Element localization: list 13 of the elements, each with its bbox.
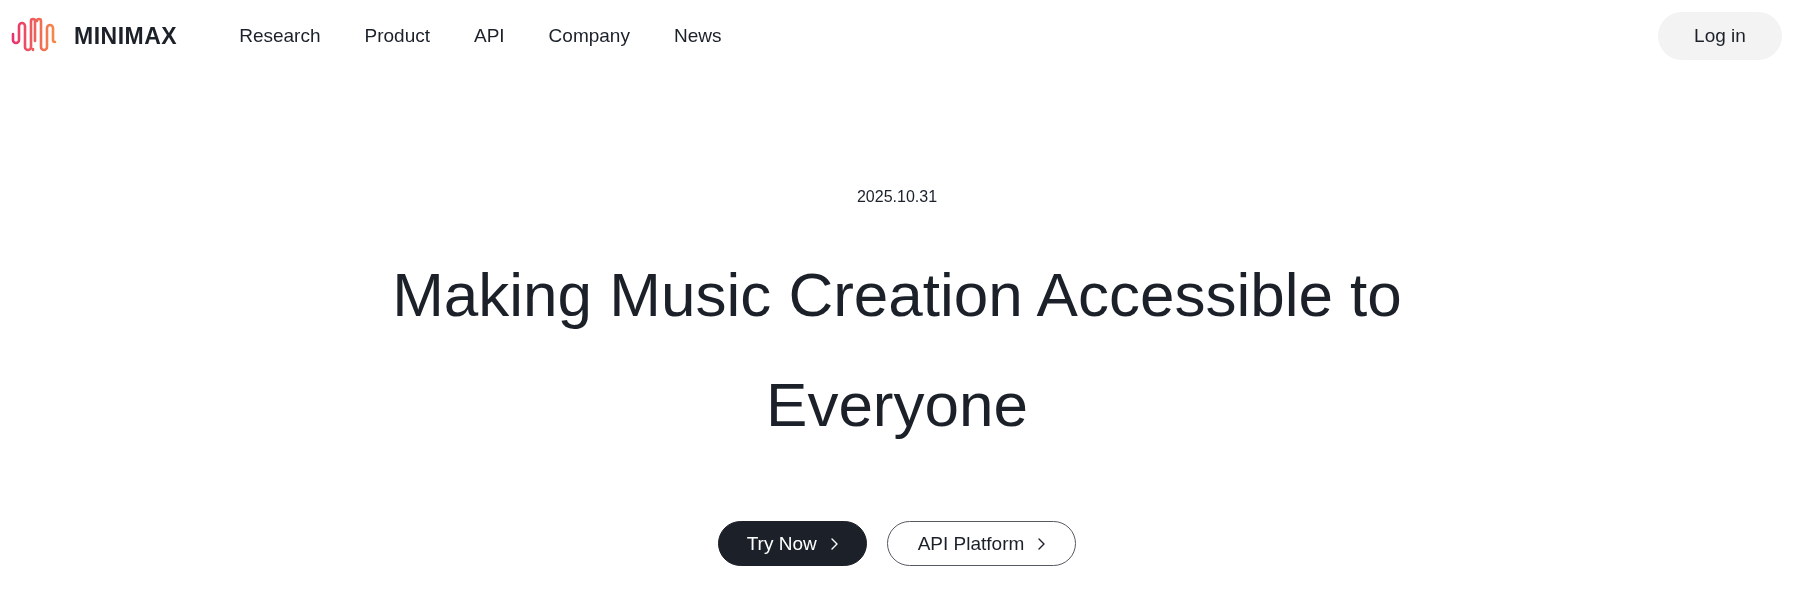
nav-link[interactable]: Company <box>548 25 630 47</box>
nav-link[interactable]: Product <box>364 25 430 47</box>
cta-button[interactable]: API Platform <box>886 521 1077 566</box>
cta-button[interactable]: Try Now <box>717 521 867 566</box>
nav-link[interactable]: Research <box>239 25 321 47</box>
publish-date: 2025.10.31 <box>856 187 938 207</box>
nav-link[interactable]: News <box>673 25 722 47</box>
brand-wordmark[interactable]: MINIMAX <box>74 22 178 50</box>
chevron-right-icon <box>830 537 838 550</box>
hero-title: Making Music Creation Accessible to Everyone <box>391 259 1403 441</box>
chevron-right-icon <box>1038 537 1046 550</box>
nav-link[interactable]: API <box>474 25 505 47</box>
login-button[interactable]: Log in <box>1658 12 1782 60</box>
